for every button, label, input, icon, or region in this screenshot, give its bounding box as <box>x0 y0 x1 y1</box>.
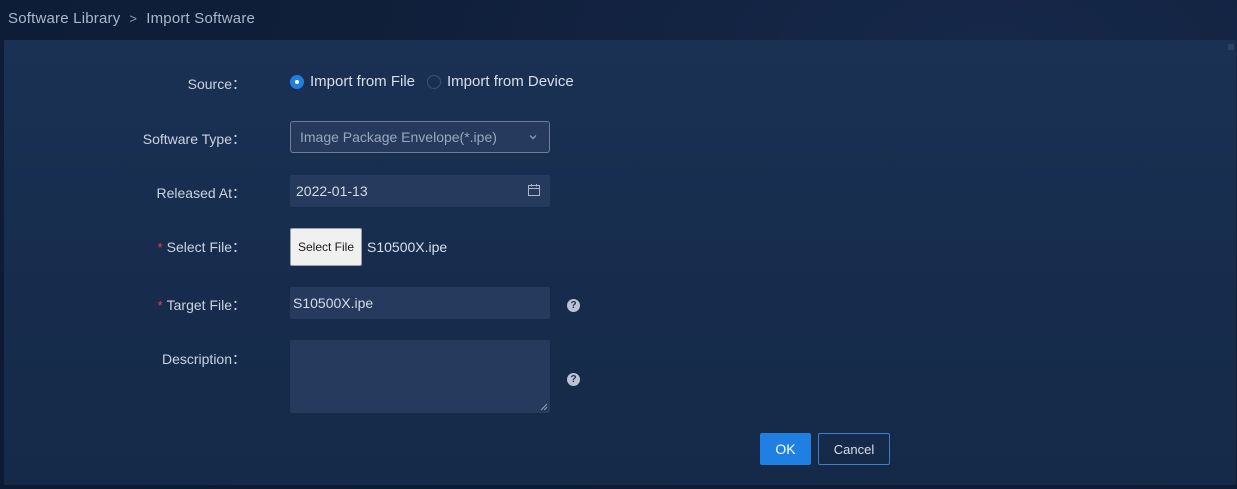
required-marker: * <box>157 298 163 313</box>
description-textarea[interactable] <box>290 340 550 413</box>
help-icon[interactable]: ? <box>567 299 580 312</box>
help-icon[interactable]: ? <box>567 373 580 386</box>
import-software-page: Software Library > Import Software Sourc… <box>0 0 1237 489</box>
released-at-value: 2022-01-13 <box>296 183 368 199</box>
target-file-label: Target File： <box>166 297 246 313</box>
select-file-label: Select File： <box>166 239 246 255</box>
select-file-button[interactable]: Select File <box>290 228 362 266</box>
source-radio-group: Import from File Import from Device <box>290 73 586 90</box>
resize-grip-icon[interactable] <box>540 403 548 411</box>
radio-unselected-icon <box>427 74 442 89</box>
target-file-value: S10500X.ipe <box>293 295 374 311</box>
radio-import-from-device[interactable]: Import from Device <box>427 73 574 90</box>
panel-corner-decoration <box>1228 44 1234 50</box>
software-type-label: Software Type： <box>142 131 246 147</box>
source-label: Source： <box>187 76 246 92</box>
radio-import-from-file-label: Import from File <box>310 73 416 90</box>
chevron-down-icon <box>529 135 537 140</box>
selected-file-name: S10500X.ipe <box>367 239 448 255</box>
software-type-select[interactable]: Image Package Envelope(*.ipe) <box>290 121 550 153</box>
import-form-panel: Source： Import from File Import from Dev… <box>4 40 1236 485</box>
breadcrumb-separator: > <box>129 10 138 26</box>
target-file-input[interactable]: S10500X.ipe <box>290 287 550 319</box>
required-marker: * <box>157 240 163 255</box>
released-at-label: Released At： <box>156 185 247 201</box>
description-label: Description： <box>161 351 246 367</box>
radio-import-from-device-label: Import from Device <box>447 73 574 90</box>
radio-selected-icon <box>290 74 304 89</box>
radio-import-from-file[interactable]: Import from File <box>290 73 415 90</box>
breadcrumb: Software Library > Import Software <box>8 8 255 28</box>
released-at-date-input[interactable]: 2022-01-13 <box>290 175 550 207</box>
breadcrumb-root[interactable]: Software Library <box>8 10 120 27</box>
calendar-icon[interactable] <box>527 183 541 197</box>
select-file-label-wrap: * Select File： <box>158 237 246 257</box>
breadcrumb-current: Import Software <box>146 9 256 27</box>
ok-button[interactable]: OK <box>760 433 811 465</box>
software-type-value: Image Package Envelope(*.ipe) <box>300 129 497 145</box>
cancel-button[interactable]: Cancel <box>818 433 890 465</box>
target-file-label-wrap: * Target File： <box>158 295 246 315</box>
